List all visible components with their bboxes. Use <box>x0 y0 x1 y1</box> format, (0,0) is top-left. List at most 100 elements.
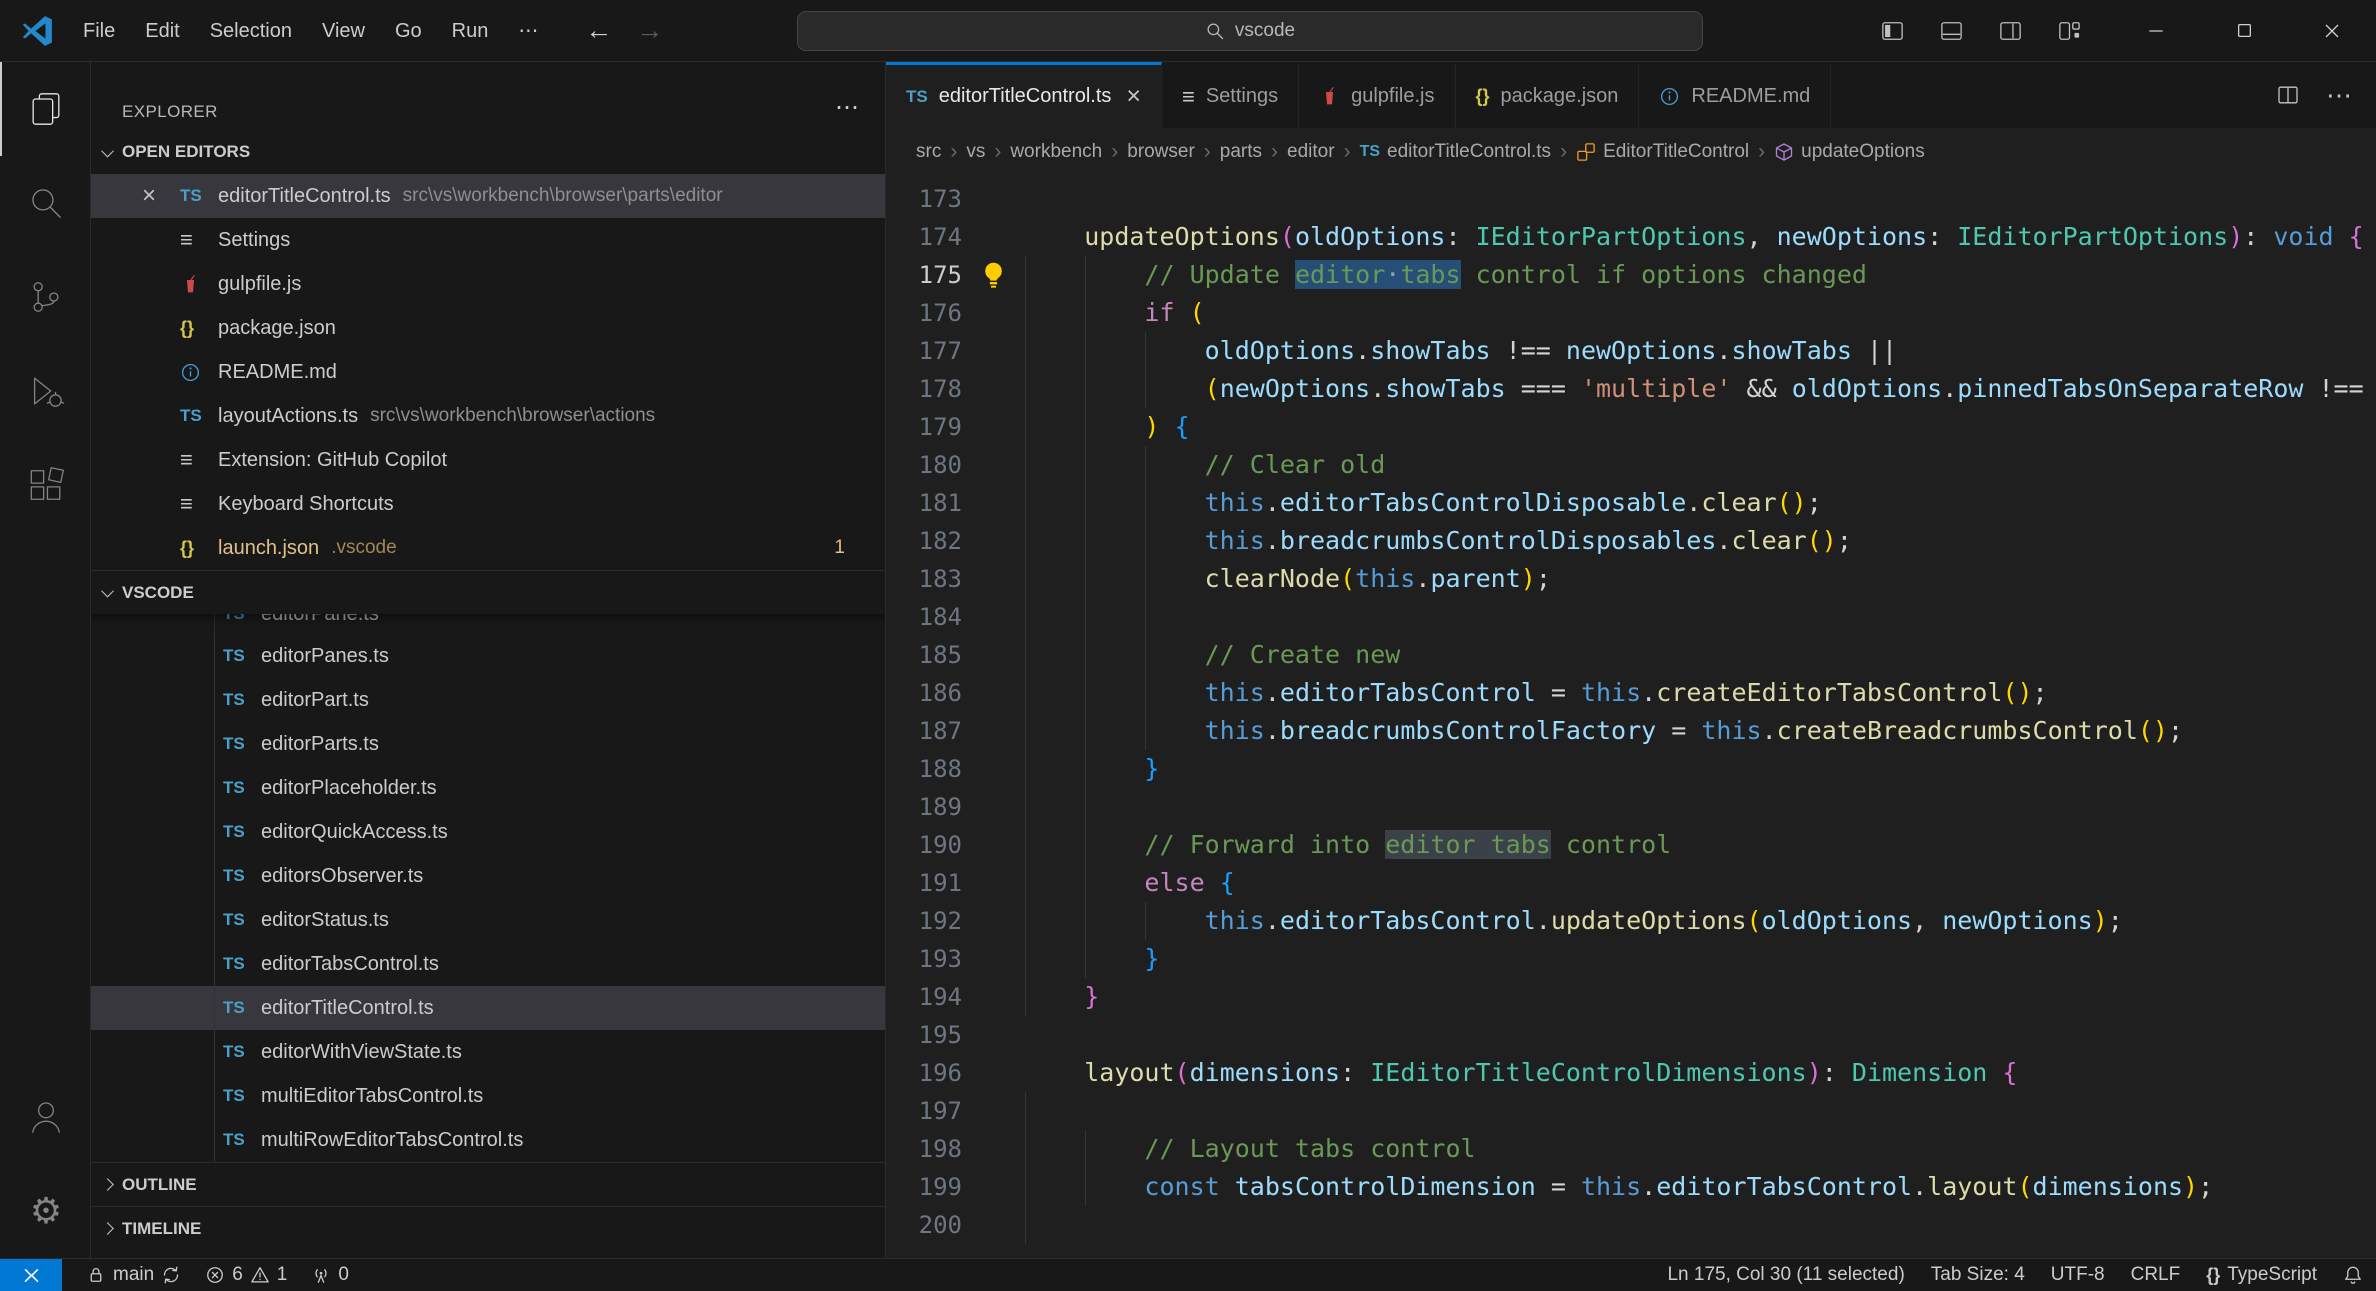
layout-custom-icon[interactable] <box>2057 20 2082 42</box>
open-editor-item[interactable]: README.md <box>91 350 885 394</box>
editor-more-actions-icon[interactable]: ⋯ <box>2326 80 2352 111</box>
status-item[interactable]: Ln 175, Col 30 (11 selected) <box>1654 1264 1917 1286</box>
status-item[interactable]: CRLF <box>2118 1264 2194 1286</box>
tab-editorTitleControl.ts[interactable]: TS editorTitleControl.ts × <box>886 62 1162 128</box>
open-editor-item[interactable]: ≡ Extension: GitHub Copilot <box>91 438 885 482</box>
code-line[interactable]: 188 } <box>886 750 2376 788</box>
breadcrumb-item[interactable]: EditorTitleControl <box>1576 141 1749 163</box>
branch-status-item[interactable]: main <box>86 1264 181 1286</box>
open-editor-item[interactable]: gulpfile.js <box>91 262 885 306</box>
code-line[interactable]: 174 updateOptions(oldOptions: IEditorPar… <box>886 218 2376 256</box>
open-editor-item[interactable]: {} launch.json .vscode 1 <box>91 526 885 570</box>
tab-README.md[interactable]: README.md <box>1639 62 1832 128</box>
open-editor-item[interactable]: TS layoutActions.ts src\vs\workbench\brows… <box>91 394 885 438</box>
layout-panel-icon[interactable] <box>1939 20 1964 42</box>
tab-package.json[interactable]: {} package.json <box>1455 62 1640 128</box>
open-editor-item[interactable]: {} package.json <box>91 306 885 350</box>
open-editor-item[interactable]: × TS editorTitleControl.ts src\vs\workbench… <box>91 174 885 218</box>
menu-view[interactable]: View <box>307 0 380 62</box>
activitybar-account[interactable] <box>0 1070 90 1164</box>
views-more-actions-icon[interactable]: ⋯ <box>835 93 859 122</box>
activitybar-settings-gear[interactable]: ⚙ <box>0 1164 90 1258</box>
lightbulb-icon[interactable] <box>979 261 1008 290</box>
breadcrumb-item[interactable]: updateOptions <box>1774 141 1925 163</box>
tree-item[interactable]: TS editorQuickAccess.ts <box>91 810 885 854</box>
menu-more[interactable]: ⋯ <box>503 0 553 62</box>
status-item[interactable]: Tab Size: 4 <box>1918 1264 2038 1286</box>
code-line[interactable]: 186 this.editorTabsControl = this.create… <box>886 674 2376 712</box>
outline-header[interactable]: OUTLINE <box>91 1162 885 1206</box>
code-line[interactable]: 173 <box>886 180 2376 218</box>
close-button[interactable] <box>2288 0 2376 62</box>
open-editor-item[interactable]: ≡ Settings <box>91 218 885 262</box>
activitybar-run-debug[interactable] <box>0 344 90 438</box>
breadcrumb-item[interactable]: workbench <box>1010 141 1102 163</box>
notifications-bell-icon[interactable] <box>2330 1265 2376 1285</box>
code-line[interactable]: 197 <box>886 1092 2376 1130</box>
menu-go[interactable]: Go <box>380 0 437 62</box>
tree-item[interactable]: TS editorWithViewState.ts <box>91 1030 885 1074</box>
code-line[interactable]: 199 const tabsControlDimension = this.ed… <box>886 1168 2376 1206</box>
code-line[interactable]: 192 this.editorTabsControl.updateOptions… <box>886 902 2376 940</box>
breadcrumb-item[interactable]: src <box>916 141 941 163</box>
code-line[interactable]: 184 <box>886 598 2376 636</box>
tree-item[interactable]: TS multiRowEditorTabsControl.ts <box>91 1118 885 1162</box>
activitybar-source-control[interactable] <box>0 250 90 344</box>
tree-item[interactable]: TS editorStatus.ts <box>91 898 885 942</box>
code-line[interactable]: 185 // Create new <box>886 636 2376 674</box>
ports-status-item[interactable]: 0 <box>311 1264 349 1286</box>
tab-close-icon[interactable]: × <box>1126 82 1141 111</box>
code-line[interactable]: 189 <box>886 788 2376 826</box>
tree-item[interactable]: TS editorPlaceholder.ts <box>91 766 885 810</box>
code-line[interactable]: 177 oldOptions.showTabs !== newOptions.s… <box>886 332 2376 370</box>
timeline-header[interactable]: TIMELINE <box>91 1206 885 1250</box>
code-line[interactable]: 195 <box>886 1016 2376 1054</box>
open-editor-item[interactable]: ≡ Keyboard Shortcuts <box>91 482 885 526</box>
layout-right-icon[interactable] <box>1998 20 2023 42</box>
tab-gulpfile.js[interactable]: gulpfile.js <box>1299 62 1456 128</box>
code-line[interactable]: 198 // Layout tabs control <box>886 1130 2376 1168</box>
menu-selection[interactable]: Selection <box>195 0 307 62</box>
remote-indicator[interactable] <box>0 1258 62 1291</box>
breadcrumb-item[interactable]: TS editorTitleControl.ts <box>1360 141 1551 163</box>
menu-file[interactable]: File <box>68 0 130 62</box>
tree-item[interactable]: TS editorPart.ts <box>91 678 885 722</box>
breadcrumb-item[interactable]: parts <box>1220 141 1262 163</box>
activitybar-extensions[interactable] <box>0 438 90 532</box>
tree-item[interactable]: TS editorPanes.ts <box>91 634 885 678</box>
code-line[interactable]: 182 this.breadcrumbsControlDisposables.c… <box>886 522 2376 560</box>
breadcrumb-item[interactable]: browser <box>1127 141 1195 163</box>
code-line[interactable]: 190 // Forward into editor tabs control <box>886 826 2376 864</box>
code-line[interactable]: 196 layout(dimensions: IEditorTitleContr… <box>886 1054 2376 1092</box>
code-line[interactable]: 179 ) { <box>886 408 2376 446</box>
problems-status-item[interactable]: 61 <box>205 1264 287 1286</box>
code-line[interactable]: 180 // Clear old <box>886 446 2376 484</box>
code-line[interactable]: 200 <box>886 1206 2376 1244</box>
tree-item[interactable]: TS multiEditorTabsControl.ts <box>91 1074 885 1118</box>
tree-item[interactable]: TS editorParts.ts <box>91 722 885 766</box>
breadcrumb-item[interactable]: vs <box>966 141 985 163</box>
tab-Settings[interactable]: ≡ Settings <box>1162 62 1300 128</box>
layout-sidebar-icon[interactable] <box>1880 20 1905 42</box>
back-arrow-icon[interactable]: ← <box>573 15 624 46</box>
language-mode[interactable]: {} TypeScript <box>2193 1264 2330 1286</box>
tree-item[interactable]: TS editorTitleControl.ts <box>91 986 885 1030</box>
code-line[interactable]: 176 if ( <box>886 294 2376 332</box>
open-editors-header[interactable]: OPEN EDITORS <box>91 130 885 174</box>
split-editor-icon[interactable] <box>2276 83 2300 107</box>
menu-edit[interactable]: Edit <box>130 0 194 62</box>
code-line[interactable]: 181 this.editorTabsControlDisposable.cle… <box>886 484 2376 522</box>
tree-item[interactable]: TSeditorPane.ts <box>91 614 885 634</box>
menu-run[interactable]: Run <box>437 0 504 62</box>
code-line[interactable]: 191 else { <box>886 864 2376 902</box>
maximize-button[interactable] <box>2200 0 2288 62</box>
project-section-header[interactable]: VSCODE <box>91 570 885 614</box>
code-line[interactable]: 178 (newOptions.showTabs === 'multiple' … <box>886 370 2376 408</box>
minimize-button[interactable] <box>2112 0 2200 62</box>
activitybar-explorer[interactable] <box>0 62 90 156</box>
code-line[interactable]: 187 this.breadcrumbsControlFactory = thi… <box>886 712 2376 750</box>
tree-item[interactable]: TS editorsObserver.ts <box>91 854 885 898</box>
close-icon[interactable]: × <box>142 182 180 210</box>
breadcrumb-item[interactable]: editor <box>1287 141 1335 163</box>
code-line[interactable]: 183 clearNode(this.parent); <box>886 560 2376 598</box>
